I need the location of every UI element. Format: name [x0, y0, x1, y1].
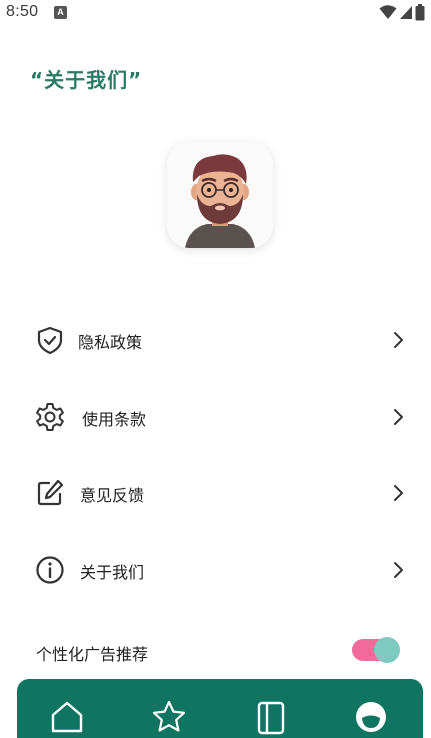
menu-item-feedback[interactable]: 意见反馈: [0, 463, 431, 523]
personalized-ads-label: 个性化广告推荐: [36, 645, 149, 664]
menu-item-terms-of-use[interactable]: 使用条款: [0, 387, 431, 447]
menu-item-label: 隐私政策: [78, 333, 143, 352]
chevron-right-icon: [394, 562, 403, 578]
status-time: 8:50: [6, 3, 39, 20]
nav-home[interactable]: [49, 699, 85, 735]
edit-icon: [37, 479, 64, 506]
page-title: “关于我们”: [30, 68, 143, 92]
gear-icon: [36, 403, 64, 431]
avatar: [167, 142, 273, 248]
shield-check-icon: [37, 326, 63, 355]
star-icon: [152, 700, 186, 732]
status-bar: 8:50 A: [0, 0, 431, 26]
wifi-icon: [379, 5, 397, 19]
book-icon: [257, 701, 285, 735]
menu-item-label: 意见反馈: [80, 486, 145, 505]
chevron-right-icon: [394, 485, 403, 501]
nav-profile[interactable]: [353, 699, 389, 735]
nav-favorites[interactable]: [151, 699, 187, 735]
bearded-man-avatar-icon: [185, 154, 255, 248]
nav-library[interactable]: [253, 699, 289, 735]
menu-item-privacy-policy[interactable]: 隐私政策: [0, 310, 431, 370]
bottom-nav: [17, 679, 423, 738]
home-icon: [51, 701, 83, 733]
menu-item-label: 使用条款: [82, 410, 147, 429]
personalized-ads-toggle[interactable]: [352, 637, 400, 663]
chevron-right-icon: [394, 409, 403, 425]
personalized-ads-row: 个性化广告推荐: [0, 625, 431, 677]
menu-item-about-us[interactable]: 关于我们: [0, 540, 431, 600]
profile-icon: [356, 702, 386, 732]
chevron-right-icon: [394, 332, 403, 348]
signal-icon: [400, 6, 412, 19]
status-icons: [379, 3, 425, 20]
toggle-thumb: [374, 637, 400, 663]
menu-item-label: 关于我们: [80, 563, 145, 582]
notification-badge: A: [54, 6, 67, 19]
info-icon: [36, 556, 64, 584]
battery-icon: [415, 3, 425, 20]
